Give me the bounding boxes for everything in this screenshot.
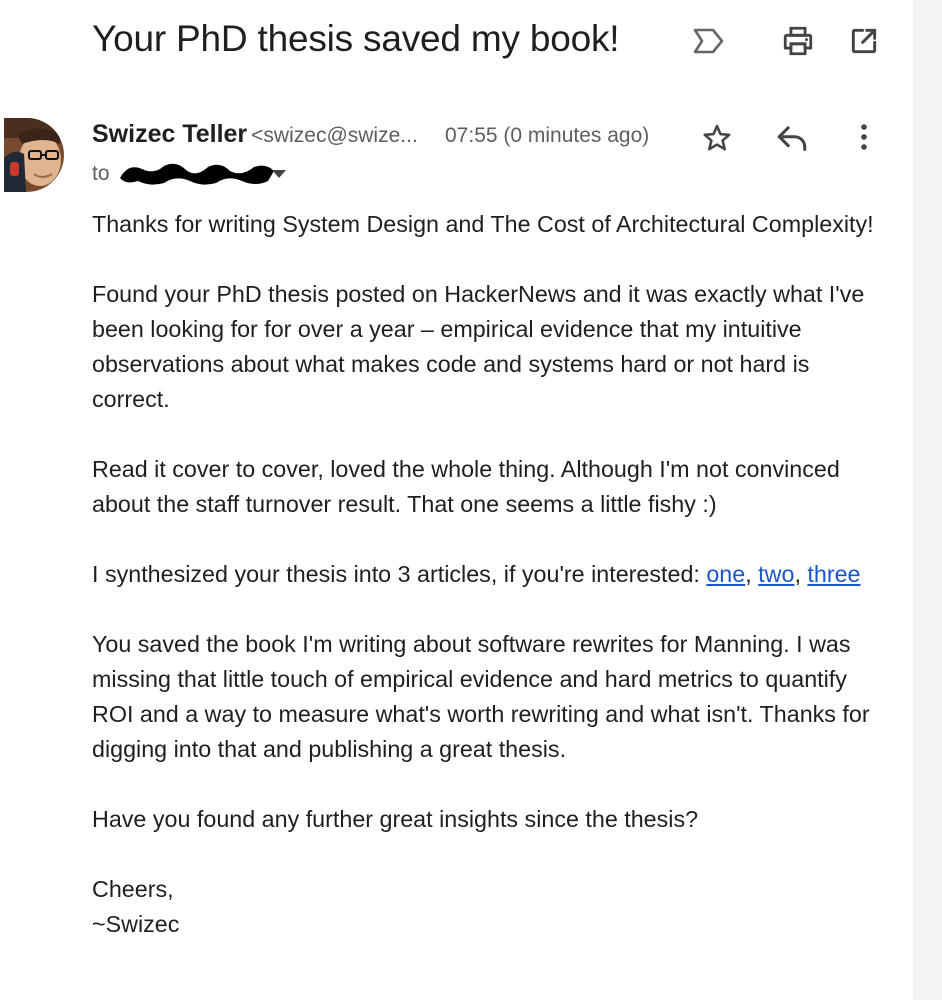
redacted-recipient bbox=[120, 163, 274, 185]
body-paragraph: Read it cover to cover, loved the whole … bbox=[92, 456, 840, 517]
recipient-label: to bbox=[92, 162, 110, 185]
link-separator: , bbox=[794, 561, 808, 587]
body-paragraph: Have you found any further great insight… bbox=[92, 806, 699, 832]
article-link-one[interactable]: one bbox=[706, 561, 745, 587]
link-separator: , bbox=[745, 561, 759, 587]
email-body: Thanks for writing System Design and The… bbox=[92, 207, 892, 977]
print-icon[interactable] bbox=[781, 24, 815, 58]
signature-block: Cheers, ~Swizec bbox=[92, 872, 892, 942]
avatar[interactable] bbox=[4, 118, 64, 192]
body-paragraph-links: I synthesized your thesis into 3 article… bbox=[92, 557, 892, 592]
sender-info: Swizec Teller <swizec@swize... bbox=[92, 120, 418, 149]
body-paragraph-text: I synthesized your thesis into 3 article… bbox=[92, 561, 707, 587]
open-in-new-window-icon[interactable] bbox=[848, 25, 880, 57]
article-link-two[interactable]: two bbox=[758, 561, 794, 587]
show-details-dropdown-icon[interactable] bbox=[272, 170, 286, 178]
article-link-three[interactable]: three bbox=[807, 561, 860, 587]
signature: ~Swizec bbox=[92, 911, 180, 937]
sender-name: Swizec Teller bbox=[92, 120, 248, 148]
signoff: Cheers, bbox=[92, 876, 174, 902]
body-paragraph: Found your PhD thesis posted on HackerNe… bbox=[92, 281, 865, 412]
body-paragraph: Thanks for writing System Design and The… bbox=[92, 211, 874, 237]
email-subject: Your PhD thesis saved my book! bbox=[92, 18, 620, 59]
email-timestamp: 07:55 (0 minutes ago) bbox=[445, 124, 650, 147]
reply-icon[interactable] bbox=[775, 124, 809, 152]
body-paragraph: You saved the book I'm writing about sof… bbox=[92, 631, 870, 762]
star-icon[interactable] bbox=[700, 122, 734, 154]
sender-email: <swizec@swize... bbox=[251, 124, 418, 147]
more-options-icon[interactable] bbox=[855, 122, 873, 154]
right-side-panel bbox=[913, 0, 942, 1000]
important-marker-icon[interactable] bbox=[692, 27, 726, 55]
